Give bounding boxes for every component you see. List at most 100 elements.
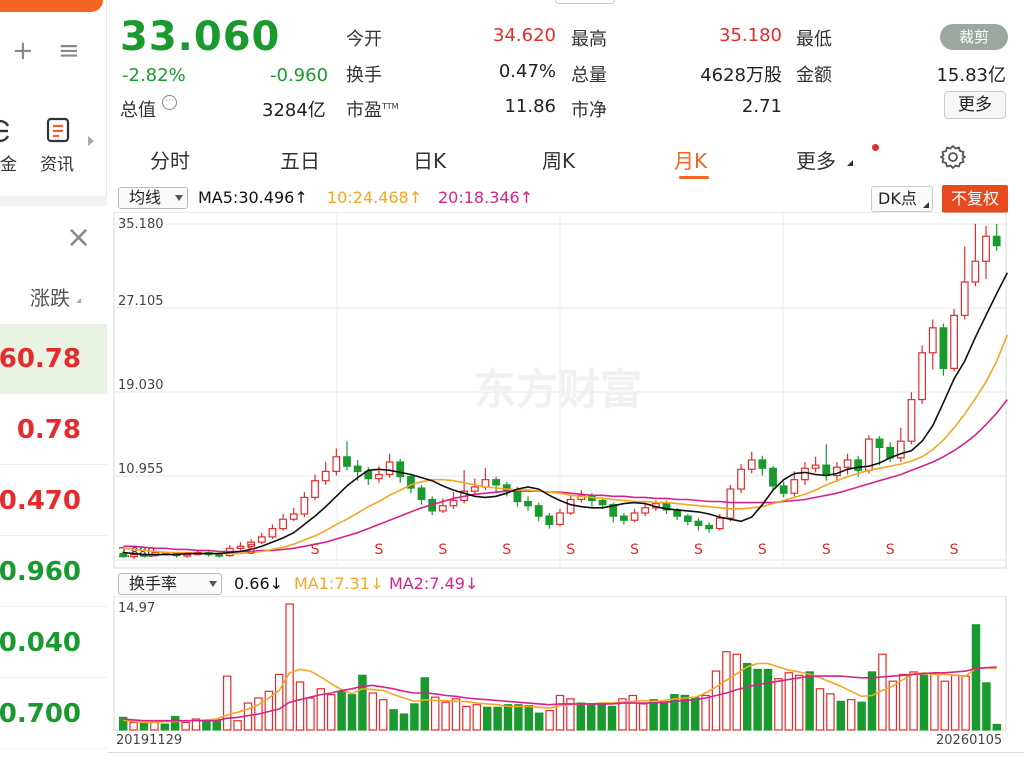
list-item[interactable]: -0.960 (0, 537, 107, 607)
turnover-bar[interactable] (732, 653, 742, 731)
turnover-bar[interactable] (337, 690, 346, 731)
tab-more[interactable]: 更多 (796, 145, 836, 174)
candle-body[interactable] (183, 553, 192, 557)
sort-icon[interactable] (76, 298, 81, 303)
nav-label-news[interactable]: 资讯 (40, 150, 74, 175)
tab-daily-k[interactable]: 日K (413, 145, 446, 174)
candle-body[interactable] (343, 456, 351, 467)
candle-body[interactable] (236, 545, 245, 549)
turnover-bar[interactable] (576, 702, 586, 731)
turnover-bar[interactable] (649, 699, 658, 731)
turnover-chart[interactable]: 14.97 (108, 596, 1024, 732)
tab-intraday[interactable]: 分时 (150, 145, 190, 174)
tab-five-day[interactable]: 五日 (280, 145, 320, 174)
turnover-bar[interactable] (597, 702, 606, 731)
candle-body[interactable] (715, 517, 724, 530)
turnover-bar[interactable] (794, 674, 804, 731)
news-icon[interactable] (46, 117, 70, 143)
candle-body[interactable] (289, 513, 298, 520)
turnover-bar[interactable] (815, 688, 825, 731)
candle-body[interactable] (928, 327, 937, 354)
list-item[interactable]: -0.700 (0, 679, 107, 749)
turnover-bar[interactable] (701, 694, 710, 731)
menu-icon[interactable]: ≡ (58, 36, 80, 66)
fund-icon[interactable] (0, 118, 14, 144)
candle-body[interactable] (843, 459, 852, 468)
list-item[interactable]: -0.040 (0, 608, 107, 678)
candle-body[interactable] (630, 512, 639, 521)
candle-body[interactable] (534, 505, 543, 517)
candle-body[interactable] (566, 498, 575, 514)
turnover-bar[interactable] (638, 703, 648, 731)
turnover-bar[interactable] (285, 603, 294, 731)
turnover-bar[interactable] (898, 673, 908, 731)
turnover-bar[interactable] (326, 694, 336, 731)
candle-body[interactable] (311, 480, 319, 498)
turnover-bar[interactable] (451, 698, 461, 731)
turnover-bar[interactable] (982, 682, 991, 731)
candle-body[interactable] (130, 553, 138, 558)
turnover-bar[interactable] (493, 706, 502, 731)
turnover-bar[interactable] (971, 624, 981, 731)
list-item[interactable]: 160.78 (0, 324, 107, 394)
turnover-bar[interactable] (482, 706, 492, 731)
turnover-bar[interactable] (711, 670, 721, 731)
candle-body[interactable] (950, 314, 958, 369)
candle-body[interactable] (524, 500, 532, 507)
turnover-bar[interactable] (233, 720, 242, 731)
turnover-bar[interactable] (202, 720, 211, 731)
turnover-bar[interactable] (514, 704, 523, 731)
turnover-bar[interactable] (722, 651, 731, 731)
column-header-change[interactable]: 涨跌 (30, 282, 70, 311)
close-icon[interactable]: × (66, 220, 91, 256)
candle-body[interactable] (726, 488, 735, 519)
sell-marker[interactable]: S (694, 542, 703, 558)
candle-body[interactable] (641, 507, 650, 514)
candle-body[interactable] (470, 486, 479, 492)
candle-body[interactable] (758, 459, 767, 469)
turnover-bar[interactable] (857, 701, 866, 731)
turnover-bar[interactable] (545, 710, 554, 731)
candle-body[interactable] (438, 505, 447, 512)
candle-body[interactable] (769, 467, 777, 487)
sell-marker[interactable]: S (566, 542, 575, 558)
candle-body[interactable] (960, 281, 969, 316)
sell-marker[interactable]: S (630, 542, 639, 558)
turnover-bar[interactable] (836, 700, 846, 731)
turnover-bar[interactable] (129, 721, 138, 731)
turnover-bar[interactable] (503, 704, 513, 731)
turnover-bar[interactable] (139, 722, 149, 731)
turnover-bar[interactable] (586, 704, 596, 731)
candle-body[interactable] (598, 499, 607, 506)
more-dots-icon[interactable]: ··· (162, 95, 177, 110)
candle-body[interactable] (545, 515, 554, 526)
turnover-bar[interactable] (826, 693, 835, 731)
turnover-bar[interactable] (992, 723, 1002, 731)
turnover-bar[interactable] (306, 697, 315, 731)
candle-body[interactable] (396, 461, 405, 478)
turnover-bar[interactable] (555, 694, 565, 731)
nav-label-fund[interactable]: 金 (0, 150, 17, 175)
turnover-bar[interactable] (784, 672, 794, 731)
no-adjust-button[interactable]: 不复权 (942, 185, 1008, 213)
turnover-bar[interactable] (774, 678, 783, 731)
list-item[interactable]: 0.470 (0, 466, 107, 536)
turnover-bar[interactable] (690, 696, 700, 731)
candle-body[interactable] (556, 512, 564, 526)
turnover-bar[interactable] (763, 668, 773, 731)
turnover-bar[interactable] (295, 681, 305, 731)
turnover-bar[interactable] (274, 673, 284, 731)
candle-body[interactable] (801, 467, 809, 481)
turnover-bar[interactable] (930, 673, 939, 731)
candle-body[interactable] (822, 464, 831, 477)
turnover-bar[interactable] (524, 704, 534, 731)
candle-body[interactable] (449, 499, 458, 507)
candle-body[interactable] (620, 515, 628, 521)
turnover-bar[interactable] (420, 677, 430, 731)
turnover-bar[interactable] (441, 701, 450, 731)
turnover-bar[interactable] (961, 675, 970, 731)
turnover-bar[interactable] (222, 675, 232, 731)
turnover-bar[interactable] (170, 715, 180, 731)
turnover-bar[interactable] (410, 703, 419, 731)
sell-marker[interactable]: S (311, 542, 320, 558)
